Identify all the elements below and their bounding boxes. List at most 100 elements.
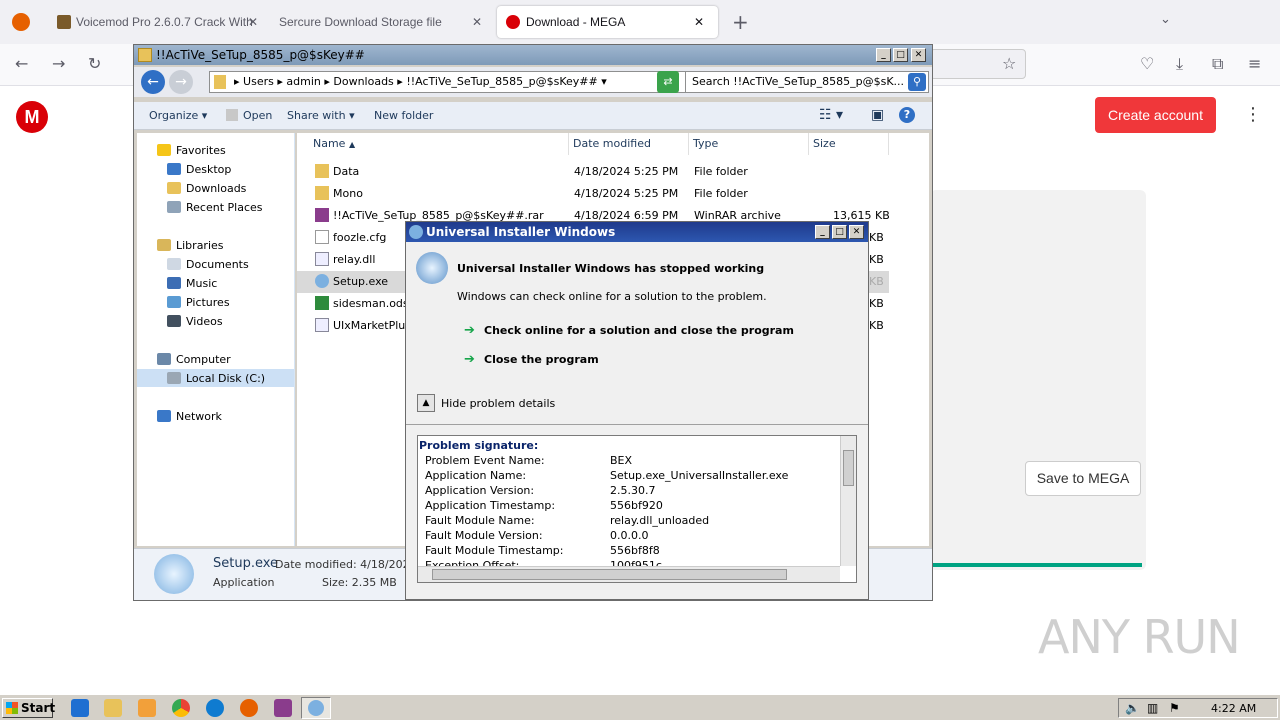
nav-pictures[interactable]: Pictures (167, 296, 230, 309)
winrar-icon[interactable] (274, 699, 292, 717)
explorer-icon[interactable] (104, 699, 122, 717)
vertical-scrollbar[interactable] (840, 436, 856, 566)
close-tab-icon[interactable]: ✕ (472, 15, 482, 29)
nav-network[interactable]: Network (157, 410, 222, 423)
extensions-icon[interactable]: ⧉ (1212, 56, 1223, 72)
libraries-icon (157, 239, 171, 251)
search-icon[interactable]: ⚲ (908, 73, 926, 91)
problem-value: BEX (610, 454, 633, 467)
pocket-icon[interactable]: ♡ (1140, 56, 1154, 72)
chrome-icon[interactable] (172, 699, 190, 717)
close-tab-icon[interactable]: ✕ (694, 6, 704, 38)
back-icon[interactable]: ← (141, 70, 165, 94)
create-account-button[interactable]: Create account (1095, 97, 1216, 133)
refresh-icon[interactable]: ⇄ (657, 71, 679, 93)
start-button[interactable]: Start (2, 698, 55, 718)
nav-desktop[interactable]: Desktop (167, 163, 231, 176)
desktop-icon (167, 163, 181, 175)
tab-download-mega[interactable]: Download - MEGA ✕ (497, 6, 718, 38)
search-input[interactable]: Search !!AcTiVe_SeTup_8585_p@$sK... (685, 71, 929, 93)
table-row[interactable]: Data 4/18/2024 5:25 PM File folder (297, 161, 889, 183)
forward-icon[interactable]: → (169, 70, 193, 94)
column-type[interactable]: Type (689, 133, 809, 155)
column-date[interactable]: Date modified (569, 133, 689, 155)
taskbar-active-window[interactable] (301, 697, 331, 719)
column-name[interactable]: Name ▲ (297, 133, 569, 155)
new-folder-button[interactable]: New folder (374, 109, 433, 122)
minimize-button[interactable]: _ (876, 48, 891, 62)
problem-value: relay.dll_unloaded (610, 514, 710, 527)
back-icon[interactable]: ← (15, 56, 28, 72)
nav-recent-places[interactable]: Recent Places (167, 201, 263, 214)
tab-secure-download[interactable]: Sercure Download Storage file (272, 6, 487, 38)
network-icon (157, 410, 171, 422)
more-options-icon[interactable]: ⋮ (1244, 104, 1262, 125)
new-tab-button[interactable]: + (732, 10, 749, 34)
organize-button[interactable]: Organize ▾ (149, 109, 207, 122)
preview-pane-icon[interactable]: ▣ (871, 107, 884, 123)
folder-icon (214, 75, 226, 89)
nav-computer[interactable]: Computer (157, 353, 231, 366)
network-tray-icon[interactable]: ▥ (1147, 701, 1158, 715)
scrollbar-thumb[interactable] (843, 450, 854, 486)
close-program-option[interactable]: ➔ Close the program (464, 352, 599, 367)
horizontal-scrollbar[interactable] (418, 566, 840, 582)
check-online-option[interactable]: ➔ Check online for a solution and close t… (464, 323, 794, 338)
chevron-up-icon[interactable]: ▲ (417, 394, 435, 412)
share-with-button[interactable]: Share with ▾ (287, 109, 355, 122)
open-button[interactable]: Open (226, 109, 272, 122)
nav-local-disk[interactable]: Local Disk (C:) (167, 372, 265, 385)
view-options-icon[interactable]: ☷ ▾ (819, 107, 843, 123)
reload-icon[interactable]: ↻ (88, 56, 101, 72)
hide-details-toggle[interactable]: Hide problem details (441, 397, 555, 410)
breadcrumb-separator: ▸ (234, 75, 244, 88)
breadcrumb-admin[interactable]: admin (286, 75, 320, 88)
breadcrumb-users[interactable]: Users (243, 75, 274, 88)
forward-icon[interactable]: → (52, 56, 65, 72)
close-tab-icon[interactable]: ✕ (248, 15, 258, 29)
nav-music[interactable]: Music (167, 277, 217, 290)
nav-libraries[interactable]: Libraries (157, 239, 224, 252)
menu-icon[interactable]: ≡ (1248, 56, 1261, 72)
breadcrumb-current-folder[interactable]: !!AcTiVe_SeTup_8585_p@$sKey## (406, 75, 597, 88)
maximize-button[interactable]: □ (893, 48, 908, 62)
breadcrumb[interactable]: ▸ Users ▸ admin ▸ Downloads ▸ !!AcTiVe_S… (209, 71, 689, 93)
save-to-mega-button[interactable]: Save to MEGA (1025, 461, 1141, 496)
problem-key: Problem Event Name: (425, 454, 545, 467)
clock[interactable]: 4:22 AM (1211, 702, 1256, 715)
problem-details: Problem signature: Problem Event Name: B… (417, 435, 857, 583)
ie-icon[interactable] (71, 699, 89, 717)
nav-downloads[interactable]: Downloads (167, 182, 246, 195)
tab-voicemod[interactable]: Voicemod Pro 2.6.0.7 Crack With L (52, 6, 257, 38)
nav-favorites[interactable]: Favorites (157, 144, 226, 157)
folder-icon (138, 48, 152, 62)
edge-icon[interactable] (206, 699, 224, 717)
dialog-title-bar[interactable]: Universal Installer Windows _ □ ✕ (406, 222, 868, 242)
firefox-icon[interactable] (240, 699, 258, 717)
tab-list-icon[interactable]: ⌄ (1160, 12, 1171, 27)
flag-icon[interactable]: ⚑ (1169, 701, 1180, 715)
firefox-icon[interactable] (12, 13, 30, 31)
column-size[interactable]: Size (809, 133, 889, 155)
music-icon (167, 277, 181, 289)
bookmark-star-icon[interactable]: ☆ (1002, 56, 1016, 72)
problem-key: Application Timestamp: (425, 499, 556, 512)
scrollbar-thumb[interactable] (432, 569, 787, 580)
help-icon[interactable]: ? (899, 107, 915, 123)
volume-icon[interactable]: 🔈 (1125, 701, 1140, 715)
downloads-icon[interactable]: ⤓ (1176, 56, 1183, 72)
maximize-button[interactable]: □ (832, 225, 847, 239)
mega-logo[interactable]: M (16, 101, 48, 133)
tab-title: Voicemod Pro 2.6.0.7 Crack With L (76, 15, 257, 29)
media-player-icon[interactable] (138, 699, 156, 717)
explorer-title-bar[interactable]: !!AcTiVe_SeTup_8585_p@$sKey## _ □ ✕ (134, 45, 932, 65)
breadcrumb-downloads[interactable]: Downloads (333, 75, 393, 88)
table-row[interactable]: Mono 4/18/2024 5:25 PM File folder (297, 183, 889, 205)
close-button[interactable]: ✕ (911, 48, 926, 62)
nav-videos[interactable]: Videos (167, 315, 223, 328)
minimize-button[interactable]: _ (815, 225, 830, 239)
nav-documents[interactable]: Documents (167, 258, 249, 271)
close-button[interactable]: ✕ (849, 225, 864, 239)
setup-large-icon (154, 554, 194, 594)
divider (406, 424, 868, 425)
